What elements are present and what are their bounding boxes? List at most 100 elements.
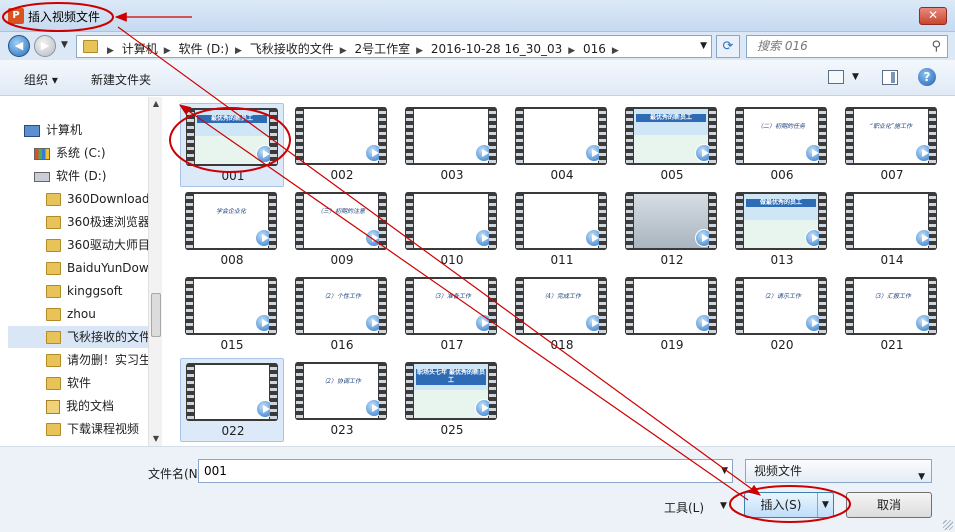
file-tile[interactable]: （2）协调工作 023 — [290, 358, 394, 442]
video-thumbnail: 做最优秀的员工 — [735, 192, 827, 250]
close-button[interactable]: ✕ — [919, 7, 947, 25]
refresh-button[interactable]: ⟳ — [716, 35, 740, 58]
breadcrumb-item[interactable]: 2016-10-28 16_30_03 — [431, 42, 562, 56]
chevron-right-icon[interactable]: ▶ — [416, 46, 423, 56]
file-tile[interactable]: 学会企业化 008 — [180, 188, 284, 272]
sidebar-item-label: BaiduYunDow — [67, 261, 149, 275]
breadcrumb: ▶ 计算机 ▶ 软件 (D:) ▶ 飞秋接收的文件 ▶ 2号工作室 ▶ 2016-10-… — [105, 40, 623, 57]
sidebar-item[interactable]: 我的文档 — [46, 395, 114, 417]
chevron-down-icon[interactable]: ▼ — [720, 501, 727, 511]
file-tile[interactable]: （2）个性工作 016 — [290, 273, 394, 357]
insert-options-dropdown[interactable]: ▼ — [817, 493, 833, 517]
file-name: 013 — [770, 253, 794, 267]
preview-pane-icon[interactable] — [882, 70, 898, 85]
file-tile[interactable]: 职场头七年 最优秀的新员工 025 — [400, 358, 504, 442]
help-icon[interactable]: ? — [918, 68, 936, 86]
sidebar-item[interactable]: 软件 — [46, 372, 91, 394]
cancel-button[interactable]: 取消 — [846, 492, 932, 518]
sidebar-item[interactable]: kinggsoft — [46, 280, 122, 302]
sidebar-item[interactable]: 系统 (C:) — [34, 142, 106, 164]
recent-locations-dropdown[interactable]: ▼ — [61, 40, 68, 50]
file-tile[interactable]: （4）完成工作 018 — [510, 273, 614, 357]
file-tile[interactable]: 最优秀的新员工 005 — [620, 103, 724, 187]
file-tile[interactable]: 010 — [400, 188, 504, 272]
file-tile[interactable]: 002 — [290, 103, 394, 187]
file-tile[interactable]: 004 — [510, 103, 614, 187]
forward-button[interactable]: ▶ — [34, 35, 56, 57]
file-tile[interactable]: 最优秀的新员工 001 — [180, 103, 284, 187]
sidebar-item[interactable]: 请勿删！实习生 — [46, 349, 151, 371]
sidebar-item[interactable]: BaiduYunDow — [46, 257, 149, 279]
file-tile[interactable]: （2）请示工作 020 — [730, 273, 834, 357]
video-thumbnail: （二）初期的任务 — [735, 107, 827, 165]
sidebar-item[interactable]: 飞秋接收的文件 — [8, 326, 151, 348]
file-tile[interactable]: 003 — [400, 103, 504, 187]
new-folder-button[interactable]: 新建文件夹 — [91, 71, 151, 88]
insert-button[interactable]: 插入(S) ▼ — [744, 492, 834, 518]
file-tile[interactable]: （二）初期的任务 006 — [730, 103, 834, 187]
search-input[interactable] — [757, 39, 917, 53]
file-name: 014 — [880, 253, 904, 267]
sidebar-item[interactable]: 下载课程视频 — [46, 418, 139, 440]
sidebar-item[interactable]: 360驱动大师目 — [46, 234, 150, 256]
file-tile[interactable]: 014 — [840, 188, 944, 272]
file-tile[interactable]: 011 — [510, 188, 614, 272]
video-thumbnail — [185, 277, 277, 335]
address-dropdown[interactable]: ▼ — [700, 41, 707, 51]
file-tile[interactable]: 做最优秀的员工 013 — [730, 188, 834, 272]
chevron-right-icon[interactable]: ▶ — [612, 46, 619, 56]
chevron-right-icon[interactable]: ▶ — [568, 46, 575, 56]
back-button[interactable]: ◀ — [8, 35, 30, 57]
breadcrumb-item[interactable]: 软件 (D:) — [179, 42, 229, 56]
insert-label[interactable]: 插入(S) — [745, 493, 817, 517]
scroll-down-icon[interactable]: ▼ — [149, 432, 163, 446]
file-tile[interactable]: 012 — [620, 188, 724, 272]
back-arrow-icon: ◀ — [14, 39, 24, 52]
chevron-right-icon[interactable]: ▶ — [340, 46, 347, 56]
filetype-select[interactable]: 视频文件 ▼ — [745, 459, 932, 483]
file-tile[interactable]: （3）汇报工作 021 — [840, 273, 944, 357]
file-tile[interactable]: 022 — [180, 358, 284, 442]
scroll-up-icon[interactable]: ▲ — [149, 97, 163, 111]
folder-icon — [46, 285, 61, 298]
sidebar-scrollbar[interactable]: ▲ ▼ — [148, 97, 162, 446]
video-play-icon — [365, 144, 383, 162]
filename-combobox[interactable]: ▼ — [198, 459, 733, 483]
breadcrumb-item[interactable]: 2号工作室 — [355, 42, 411, 56]
chevron-right-icon[interactable]: ▶ — [107, 46, 114, 56]
view-options-icon[interactable] — [828, 70, 844, 84]
video-play-icon — [695, 144, 713, 162]
view-dropdown[interactable]: ▼ — [852, 72, 859, 82]
sidebar-item[interactable]: 计算机 — [24, 119, 82, 141]
search-icon[interactable]: ⚲ — [931, 39, 941, 54]
folder-icon — [46, 331, 61, 344]
scroll-thumb[interactable] — [151, 293, 161, 337]
breadcrumb-item[interactable]: 016 — [583, 42, 606, 56]
chevron-right-icon[interactable]: ▶ — [235, 46, 242, 56]
file-tile[interactable]: 019 — [620, 273, 724, 357]
file-name: 010 — [440, 253, 464, 267]
chevron-down-icon[interactable]: ▼ — [721, 466, 728, 476]
breadcrumb-item[interactable]: 计算机 — [122, 42, 158, 56]
breadcrumb-item[interactable]: 飞秋接收的文件 — [250, 42, 334, 56]
tools-menu[interactable]: 工具(L) — [664, 499, 704, 516]
file-tile[interactable]: “职业化”施工作 007 — [840, 103, 944, 187]
filetype-value: 视频文件 — [754, 464, 803, 478]
chevron-right-icon[interactable]: ▶ — [164, 46, 171, 56]
resize-grip[interactable] — [943, 520, 953, 530]
file-name: 004 — [550, 168, 574, 182]
address-bar[interactable]: ▶ 计算机 ▶ 软件 (D:) ▶ 飞秋接收的文件 ▶ 2号工作室 ▶ 2016-10-… — [76, 35, 712, 58]
sidebar-item[interactable]: 360极速浏览器 — [46, 211, 150, 233]
filename-input[interactable] — [199, 460, 699, 482]
sidebar-item-label: zhou — [67, 307, 96, 321]
sidebar-item[interactable]: 软件 (D:) — [34, 165, 106, 187]
sidebar-item[interactable]: 360Download — [46, 188, 150, 210]
sidebar-item[interactable]: zhou — [46, 303, 96, 325]
organize-menu[interactable]: 组织 ▾ — [24, 71, 58, 88]
folder-icon — [46, 193, 61, 206]
search-box[interactable]: ⚲ — [746, 35, 948, 58]
file-tile[interactable]: （三）初期的注意 009 — [290, 188, 394, 272]
file-tile[interactable]: 015 — [180, 273, 284, 357]
navigation-pane: 计算机 系统 (C:) 软件 (D:) 360Download 360极速浏览器 360驱… — [8, 97, 162, 446]
file-tile[interactable]: （3）准备工作 017 — [400, 273, 504, 357]
